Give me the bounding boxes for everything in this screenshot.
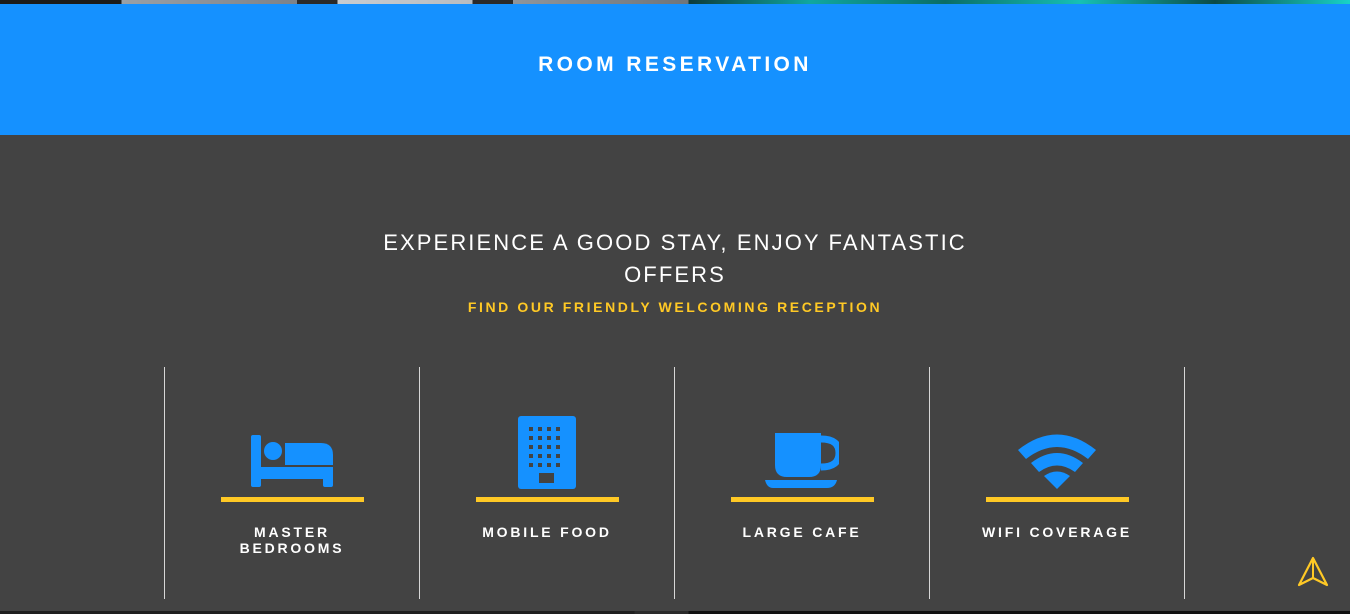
- wifi-icon: [1012, 415, 1102, 489]
- feature-underline: [476, 497, 619, 502]
- feature-underline: [731, 497, 874, 502]
- feature-underline: [986, 497, 1129, 502]
- section-subheadline: FIND OUR FRIENDLY WELCOMING RECEPTION: [467, 299, 883, 315]
- reservation-banner[interactable]: ROOM RESERVATION: [0, 4, 1350, 135]
- banner-title[interactable]: ROOM RESERVATION: [538, 53, 812, 77]
- coffee-cup-icon: [757, 415, 847, 489]
- feature-label: LARGE CAFE: [742, 524, 862, 540]
- features-row: MASTER BEDROOMS MOBILE FOOD LARGE CAFE W…: [164, 367, 1185, 614]
- feature-label: WIFI COVERAGE: [982, 524, 1132, 540]
- feature-large-cafe: LARGE CAFE: [675, 367, 929, 599]
- feature-mobile-food: MOBILE FOOD: [420, 367, 674, 599]
- navigation-arrow-icon[interactable]: [1296, 556, 1330, 588]
- feature-divider: [1184, 367, 1185, 599]
- feature-master-bedrooms: MASTER BEDROOMS: [165, 367, 419, 599]
- feature-label: MASTER BEDROOMS: [239, 524, 345, 556]
- feature-label: MOBILE FOOD: [482, 524, 612, 540]
- feature-wifi-coverage: WIFI COVERAGE: [930, 367, 1184, 599]
- section-headline: EXPERIENCE A GOOD STAY, ENJOY FANTASTIC …: [383, 230, 967, 287]
- feature-underline: [221, 497, 364, 502]
- building-icon: [502, 415, 592, 489]
- bed-icon: [247, 415, 337, 489]
